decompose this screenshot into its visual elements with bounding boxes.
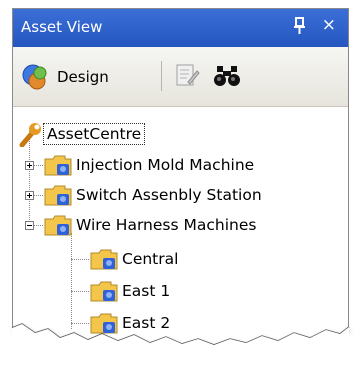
folder-icon — [44, 215, 72, 236]
tree-item-label: Injection Mold Machine — [76, 156, 255, 174]
design-button-label: Design — [57, 68, 109, 86]
tree-item-label: Switch Assenbly Station — [76, 186, 262, 204]
folder-icon — [44, 185, 72, 206]
tree-item-label: East 1 — [122, 282, 171, 300]
expand-toggle[interactable] — [25, 191, 34, 200]
pin-icon[interactable] — [292, 16, 308, 36]
binoculars-icon[interactable] — [213, 64, 241, 88]
tree-item-central[interactable]: Central — [89, 244, 181, 274]
tree-line — [71, 259, 89, 260]
tree-item-east-1[interactable]: East 1 — [89, 276, 173, 306]
folder-icon — [90, 281, 118, 302]
tree-item-wire-harness-machines[interactable]: Wire Harness Machines — [43, 210, 259, 240]
expand-toggle[interactable] — [25, 161, 34, 170]
tree-line — [71, 323, 89, 324]
wrench-icon — [19, 123, 41, 147]
folder-icon — [90, 249, 118, 270]
collapse-toggle[interactable] — [25, 221, 34, 230]
toolbar-separator — [161, 61, 162, 91]
panel-title: Asset View — [21, 18, 103, 36]
tree-item-label: East 2 — [122, 314, 171, 332]
properties-icon[interactable] — [175, 63, 201, 89]
tree-item-label: Central — [122, 250, 179, 268]
design-button[interactable]: Design — [21, 60, 109, 94]
tree-item-injection-mold-machine[interactable]: Injection Mold Machine — [43, 150, 257, 180]
tree-item-east-2[interactable]: East 2 — [89, 308, 173, 338]
close-icon[interactable]: × — [322, 17, 336, 34]
design-icon — [22, 64, 47, 90]
toolbar: Design — [13, 47, 348, 107]
tree-root-label: AssetCentre — [43, 123, 146, 145]
tree-item-switch-assenbly-station[interactable]: Switch Assenbly Station — [43, 180, 265, 210]
panel-titlebar[interactable]: Asset View × — [13, 9, 348, 47]
asset-tree: AssetCentre Injection Mold Machine Switc… — [13, 107, 348, 361]
folder-icon — [90, 313, 118, 334]
tree-item-label: Wire Harness Machines — [76, 216, 257, 234]
asset-view-panel: Asset View × Design AssetCentre Injectio… — [12, 8, 349, 362]
tree-line — [71, 233, 72, 329]
folder-icon — [44, 155, 72, 176]
tree-line — [71, 291, 89, 292]
tree-root-assetcentre[interactable]: AssetCentre — [19, 119, 146, 149]
